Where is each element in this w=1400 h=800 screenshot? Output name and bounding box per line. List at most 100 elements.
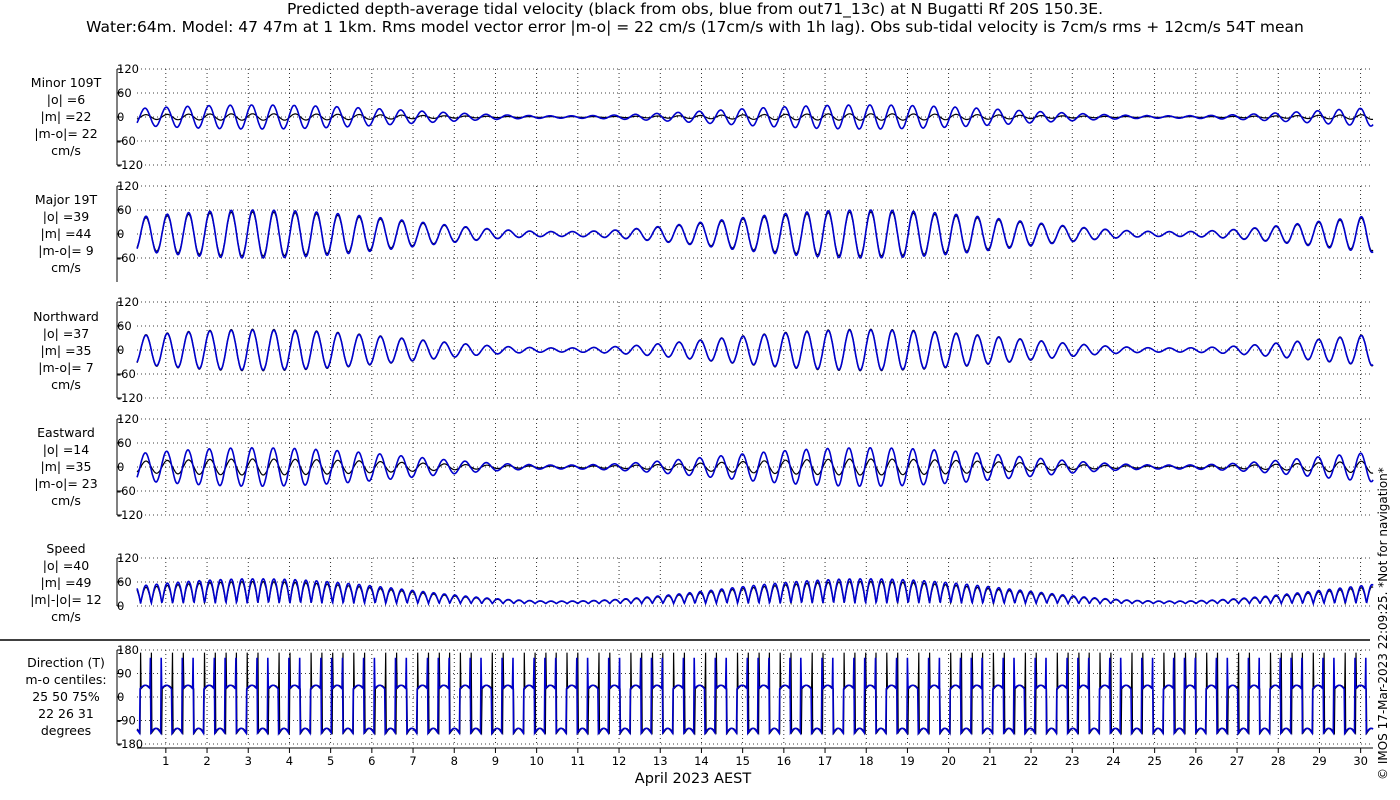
panel-label-line: |m| =22 (41, 109, 92, 124)
panel-label-line: 25 50 75% (32, 689, 100, 704)
y-tick-label: 60 (117, 86, 132, 100)
panel-label-line: Eastward (37, 425, 95, 440)
panel-label-line: Speed (46, 541, 85, 556)
panel-label-line: m-o centiles: (25, 672, 106, 687)
panel-direction: Direction (T) m-o centiles: 25 50 75% 22 26… (25, 643, 1374, 751)
y-tick-label: -120 (117, 158, 143, 172)
x-tick-label: 10 (529, 754, 544, 768)
y-tick-label: 0 (117, 460, 124, 474)
y-tick-label: -60 (117, 367, 136, 381)
x-tick-label: 1 (162, 754, 169, 768)
series-obs-line (136, 652, 1374, 736)
panel-label-line: cm/s (51, 609, 81, 624)
y-tick-label: -120 (117, 391, 143, 405)
y-tick-label: -120 (117, 508, 143, 522)
y-tick-label: -180 (117, 737, 143, 751)
x-tick-label: 11 (571, 754, 586, 768)
x-tick-label: 17 (818, 754, 833, 768)
x-tick-label: 2 (203, 754, 210, 768)
panel-label-line: Direction (T) (27, 655, 105, 670)
y-tick-label: -90 (117, 714, 136, 728)
y-tick-label: 0 (117, 599, 124, 613)
series-model-line (136, 329, 1374, 371)
panel-label-line: cm/s (51, 143, 81, 158)
panel-label-line: |o| =14 (43, 442, 89, 457)
y-tick-label: -60 (117, 484, 136, 498)
panel-label-line: |m|-|o|= 12 (30, 592, 102, 607)
series-model-line (136, 577, 1374, 607)
x-tick-label: 23 (1065, 754, 1080, 768)
y-tick-label: 120 (117, 295, 139, 309)
panel-label-line: |o| =40 (43, 558, 89, 573)
panel-label-line: Northward (33, 309, 99, 324)
panel-label-line: Major 19T (35, 192, 98, 207)
panel-label-line: cm/s (51, 260, 81, 275)
x-tick-label: 16 (777, 754, 792, 768)
x-tick-label: 5 (327, 754, 334, 768)
panel-label-line: Minor 109T (31, 75, 102, 90)
x-tick-label: 13 (653, 754, 668, 768)
panel-label-line: 22 26 31 (38, 706, 94, 721)
y-tick-label: -60 (117, 251, 136, 265)
panel-label-line: degrees (41, 723, 91, 738)
x-tick-label: 25 (1147, 754, 1162, 768)
y-tick-label: 0 (117, 227, 124, 241)
panel-major: Major 19T |o| =39 |m| =44 |m-o|= 9 cm/s 120 60… (35, 179, 1374, 282)
y-tick-label: 0 (117, 690, 124, 704)
y-tick-label: 120 (117, 62, 139, 76)
panel-label-line: cm/s (51, 377, 81, 392)
y-tick-label: 120 (117, 551, 139, 565)
panel-label-line: |m-o|= 22 (34, 126, 97, 141)
copyright-text: © IMOS 17-Mar-2023 22:09:25. *Not for na… (1376, 467, 1390, 780)
y-tick-label: 60 (117, 575, 132, 589)
y-tick-label: 90 (117, 667, 132, 681)
x-tick-label: 7 (409, 754, 416, 768)
panel-north: Northward |o| =37 |m| =35 |m-o|= 7 cm/s 120 60… (33, 295, 1374, 405)
y-tick-label: 60 (117, 203, 132, 217)
x-tick-label: 4 (286, 754, 293, 768)
x-tick-label: 22 (1024, 754, 1039, 768)
panel-minor: Minor 109T |o| =6 |m| =22 |m-o|= 22 cm/s 120 6… (31, 62, 1374, 172)
y-tick-label: 120 (117, 412, 139, 426)
x-tick-label: 9 (492, 754, 499, 768)
series-model-line (136, 209, 1374, 259)
x-tick-label: 26 (1189, 754, 1204, 768)
panel-speed: Speed |o| =40 |m| =49 |m|-|o|= 12 cm/s 120 60 0 (30, 541, 1374, 624)
y-tick-label: 0 (117, 343, 124, 357)
x-tick-label: 24 (1106, 754, 1121, 768)
y-tick-label: 0 (117, 110, 124, 124)
panel-label-line: |o| =37 (43, 326, 89, 341)
y-tick-label: 120 (117, 179, 139, 193)
x-tick-label: 27 (1230, 754, 1245, 768)
x-tick-label: 3 (245, 754, 252, 768)
panel-label-line: |m| =44 (41, 226, 92, 241)
x-tick-label: 21 (983, 754, 998, 768)
panel-east: Eastward |o| =14 |m| =35 |m-o|= 23 cm/s 120 60… (34, 412, 1374, 522)
x-tick-label: 19 (900, 754, 915, 768)
x-tick-label: 12 (612, 754, 627, 768)
y-tick-label: 60 (117, 319, 132, 333)
x-tick-label: 18 (859, 754, 874, 768)
x-tick-label: 14 (694, 754, 709, 768)
x-tick-label: 28 (1271, 754, 1286, 768)
panel-label-line: |m-o|= 23 (34, 476, 97, 491)
panel-label-line: |m-o|= 9 (38, 243, 93, 258)
panel-label-line: |m-o|= 7 (38, 360, 93, 375)
y-tick-label: 60 (117, 436, 132, 450)
x-axis: 1 2 3 4 5 6 7 8 9 10 11 12 13 14 15 16 17 18 19 20 21 22 23 24 2… (137, 747, 1373, 787)
panel-label-line: |m| =49 (41, 575, 92, 590)
x-axis-label: April 2023 AEST (635, 771, 752, 787)
x-tick-label: 15 (735, 754, 750, 768)
panel-label-line: cm/s (51, 493, 81, 508)
x-tick-label: 8 (451, 754, 458, 768)
panel-label-line: |m| =35 (41, 459, 92, 474)
x-tick-label: 30 (1353, 754, 1368, 768)
panel-label-line: |o| =39 (43, 209, 89, 224)
y-tick-label: 180 (117, 643, 139, 657)
panel-label-line: |o| =6 (47, 92, 86, 107)
x-tick-label: 29 (1312, 754, 1327, 768)
x-tick-label: 6 (368, 754, 375, 768)
x-tick-label: 20 (941, 754, 956, 768)
panel-label-line: |m| =35 (41, 343, 92, 358)
y-tick-label: -60 (117, 134, 136, 148)
